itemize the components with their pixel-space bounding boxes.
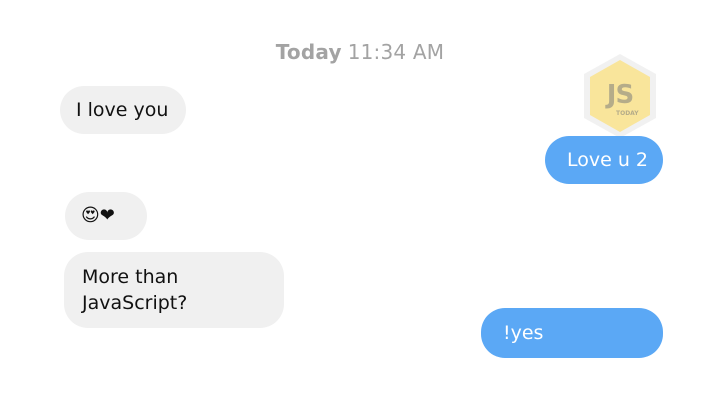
heart-icon: ❤ (99, 205, 115, 226)
heart-eyes-emoji-icon: 😍 (81, 205, 100, 226)
incoming-emoji-bubble[interactable]: 😍❤ (65, 192, 147, 240)
timestamp-time: 11:34 AM (347, 40, 445, 64)
logo-title: JS (606, 80, 634, 110)
message-text: More than JavaScript? (82, 266, 188, 314)
message-text: !yes (503, 322, 544, 344)
incoming-message-bubble[interactable]: More than JavaScript? (64, 252, 284, 328)
incoming-message-bubble[interactable]: I love you (60, 86, 186, 134)
logo-subtitle: TODAY (616, 110, 639, 117)
chat-thread: Today 11:34 AM JS TODAY I love you Love u… (0, 0, 720, 405)
outgoing-message-bubble[interactable]: !yes (481, 308, 663, 358)
message-text: Love u 2 (567, 149, 649, 171)
timestamp-day: Today (275, 40, 342, 64)
message-text: I love you (76, 99, 169, 121)
outgoing-message-bubble[interactable]: Love u 2 (545, 136, 663, 184)
js-today-logo: JS TODAY (582, 52, 658, 140)
